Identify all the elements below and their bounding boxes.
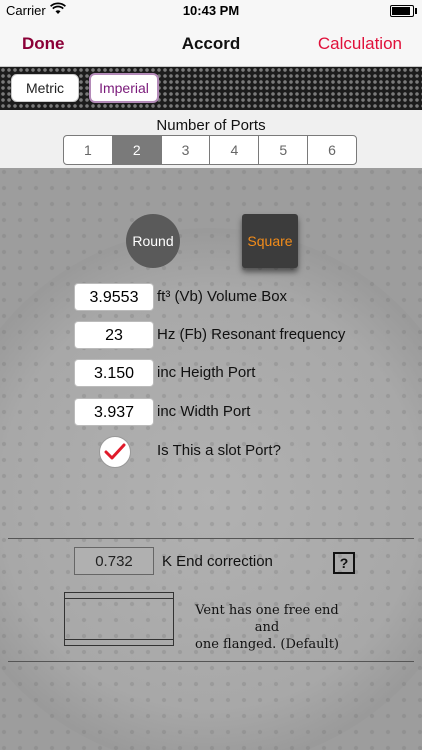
checkmark-icon: [104, 443, 126, 460]
perforation-texture: [0, 168, 422, 750]
clock: 10:43 PM: [182, 3, 240, 18]
ports-label: Number of Ports: [156, 117, 266, 134]
slot-port-checkbox[interactable]: [99, 436, 131, 468]
port-option-6[interactable]: 6: [307, 136, 356, 164]
imperial-button[interactable]: Imperial: [89, 73, 159, 103]
volume-box-field[interactable]: 3.9553: [74, 283, 154, 311]
resonant-frequency-label: Hz (Fb) Resonant frequency: [157, 326, 346, 343]
navigation-bar: Done Accord Calculation: [0, 22, 422, 67]
calculation-button[interactable]: Calculation: [318, 34, 402, 54]
vent-description-line2: one flanged. (Default): [195, 637, 339, 652]
battery-icon: [390, 5, 417, 17]
unit-toolbar: Metric Imperial: [0, 67, 422, 110]
status-bar: Carrier 10:43 PM: [0, 0, 422, 22]
vent-description: Vent has one free end and one flanged. (…: [182, 602, 352, 653]
port-option-2[interactable]: 2: [111, 136, 161, 164]
divider: [8, 538, 414, 539]
round-port-button[interactable]: Round: [126, 214, 180, 268]
port-option-3[interactable]: 3: [160, 136, 210, 164]
port-option-1[interactable]: 1: [64, 136, 112, 164]
volume-box-label: ft³ (Vb) Volume Box: [157, 288, 288, 305]
width-port-label: inc Width Port: [157, 403, 251, 420]
metric-button[interactable]: Metric: [11, 74, 79, 102]
resonant-frequency-field[interactable]: 23: [74, 321, 154, 349]
end-correction-field: 0.732: [74, 547, 154, 575]
port-option-5[interactable]: 5: [258, 136, 307, 164]
height-port-label: inc Heigth Port: [157, 364, 256, 381]
help-icon[interactable]: ?: [333, 552, 355, 574]
vent-description-line1: Vent has one free end and: [195, 603, 339, 635]
divider: [8, 661, 414, 662]
square-port-button[interactable]: Square: [242, 214, 298, 268]
port-option-4[interactable]: 4: [209, 136, 258, 164]
end-correction-label: K End correction: [162, 553, 273, 570]
ports-panel: Number of Ports 1 2 3 4 5 6: [0, 110, 422, 168]
speaker-background: [0, 168, 422, 750]
slot-port-label: Is This a slot Port?: [157, 442, 281, 459]
vent-diagram[interactable]: [64, 592, 174, 646]
ports-segmented-control: 1 2 3 4 5 6: [63, 135, 357, 165]
height-port-field[interactable]: 3.150: [74, 359, 154, 387]
width-port-field[interactable]: 3.937: [74, 398, 154, 426]
